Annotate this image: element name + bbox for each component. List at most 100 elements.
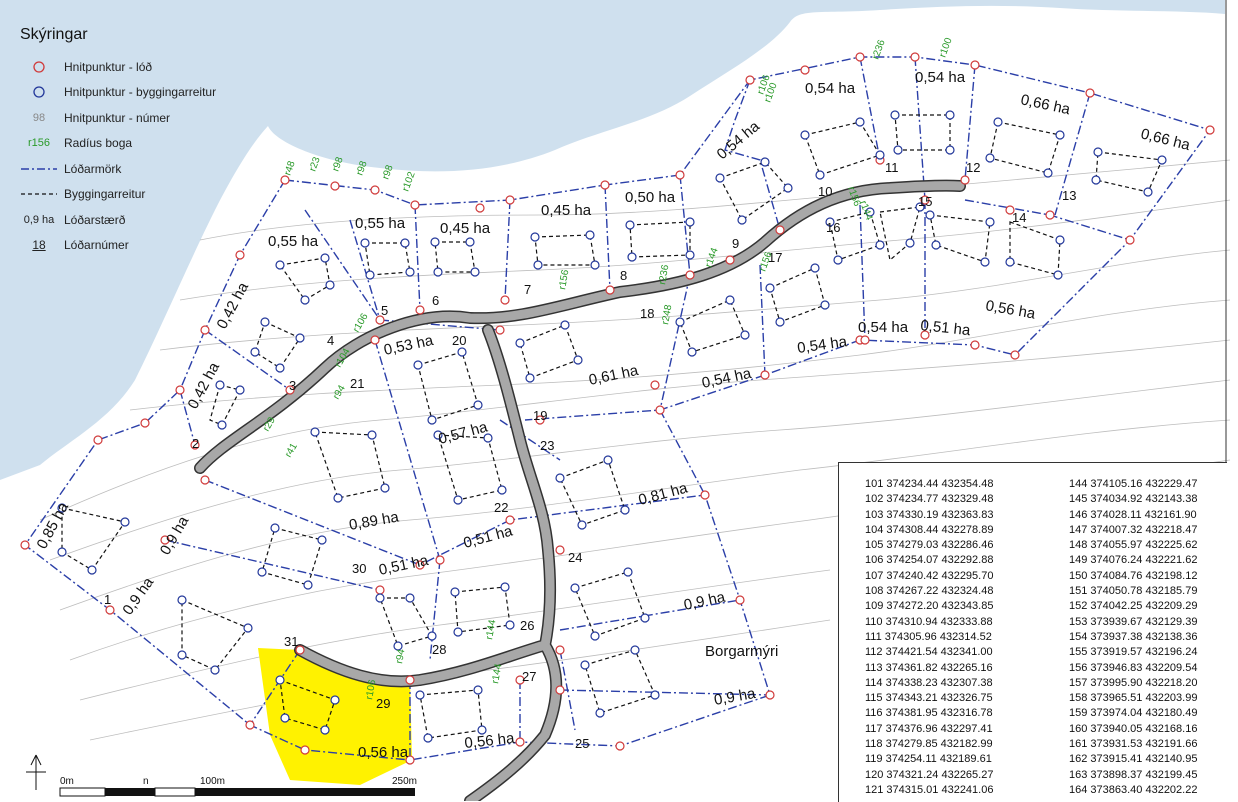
radius-label: r102 — [400, 170, 417, 193]
legend-label: Lóðarstærð — [64, 212, 126, 227]
lot-size-label: 0,45 ha — [541, 202, 592, 219]
lot-number: 15 — [918, 194, 932, 209]
lot-size-label: 0,81 ha — [637, 479, 690, 509]
scale-label: 100m — [200, 776, 225, 787]
lot-size-label: 0,61 ha — [587, 362, 640, 389]
legend-title: Skýringar — [20, 26, 88, 43]
lot-number: 25 — [575, 736, 589, 751]
coordinate-row: 148 374055.97 432225.62 — [1069, 539, 1198, 552]
coordinate-row: 160 373940.05 432168.16 — [1069, 722, 1198, 735]
legend-item-building-point: Hnitpunktur - byggingarreitur — [14, 80, 264, 106]
coordinate-row: 158 373965.51 432203.99 — [1069, 692, 1198, 705]
coordinate-row: 106 374254.07 432292.88 — [865, 554, 994, 567]
coordinate-row: 116 374381.95 432316.78 — [865, 707, 993, 720]
coordinate-row: 110 374310.94 432333.88 — [865, 615, 993, 628]
coordinate-row: 118 374279.85 432182.99 — [865, 738, 993, 751]
radius-label: r236 — [870, 38, 887, 61]
lot-size-label: 0,54 ha — [714, 117, 764, 163]
lot-number: 28 — [432, 642, 446, 657]
lot-number: 30 — [352, 561, 366, 576]
lot-number: 13 — [1062, 188, 1076, 203]
lot-number-icon: 18 — [32, 238, 46, 253]
lot-size-label: 0,85 ha — [34, 499, 73, 552]
legend-label: Hnitpunktur - númer — [64, 110, 171, 125]
legend: Skýringar Hnitpunktur - lóð Hnitpunktur … — [14, 22, 264, 258]
lot-number: 24 — [568, 550, 582, 565]
lot-number: 21 — [350, 376, 364, 391]
coordinate-row: 105 374279.03 432286.46 — [865, 539, 994, 552]
legend-item-arc-radius: r156 Radíus boga — [14, 131, 264, 157]
radius-label: r41 — [283, 441, 300, 459]
lot-number: 4 — [327, 333, 334, 348]
lot-number: 2 — [192, 436, 199, 451]
lot-number: 16 — [826, 220, 840, 235]
radius-label: r100 — [937, 36, 954, 59]
coordinate-row: 104 374308.44 432278.89 — [865, 523, 994, 536]
legend-label: Hnitpunktur - byggingarreitur — [64, 85, 217, 100]
lot-number: 14 — [1012, 210, 1026, 225]
lot-size-label: 0,9 ha — [119, 574, 157, 618]
coordinate-column-left: 101 374234.44 432354.48 102 374234.77 432… — [865, 477, 993, 798]
coordinate-row: 163 373898.37 432199.45 — [1069, 768, 1198, 781]
lot-size-label: 0,54 ha — [805, 80, 856, 97]
radius-label: r48 — [282, 159, 297, 177]
coordinate-row: 112 374421.54 432341.00 — [865, 646, 993, 659]
dash-dot-line-icon — [14, 166, 64, 172]
lot-number: 7 — [524, 282, 531, 297]
coordinate-row: 101 374234.44 432354.48 — [865, 478, 994, 490]
coordinate-row: 149 374076.24 432221.62 — [1069, 554, 1198, 567]
lot-size-label: 0,66 ha — [1139, 125, 1192, 154]
coordinate-row: 117 374376.96 432297.41 — [865, 722, 993, 735]
north-arrow-icon — [26, 754, 46, 790]
radius-label: r144 — [490, 662, 504, 684]
lot-number: 27 — [522, 669, 536, 684]
lot-size-label: 0,53 ha — [382, 332, 435, 359]
lot-size-label: 0,57 ha — [437, 418, 490, 448]
radius-label: r144 — [484, 618, 498, 640]
point-number-icon: 98 — [32, 111, 46, 124]
blue-circle-icon — [14, 85, 64, 99]
lot-size-label: 0,55 ha — [268, 233, 319, 250]
coordinate-row: 157 373995.90 432218.20 — [1069, 676, 1198, 689]
coordinate-row: 145 374034.92 432143.38 — [1069, 493, 1198, 506]
lot-size-icon: 0,9 ha — [23, 213, 55, 226]
lot-size-label: 0,55 ha — [355, 215, 406, 232]
lot-size-label: 0,45 ha — [440, 220, 491, 237]
coordinate-row: 103 374330.19 432363.83 — [865, 508, 994, 521]
legend-item-building-area: Byggingarreitur — [14, 182, 264, 208]
lot-number: 12 — [966, 160, 980, 175]
lot-size-label: 0,66 ha — [1019, 91, 1072, 118]
coordinate-row: 150 374084.76 432198.12 — [1069, 569, 1198, 582]
coordinate-row: 154 373937.38 432138.36 — [1069, 630, 1198, 643]
lot-number: 10 — [818, 184, 832, 199]
lot-number: 11 — [885, 160, 899, 175]
lot-number: 18 — [640, 306, 654, 321]
lot-size-label: 0,51 ha — [462, 522, 515, 552]
scale-label: 0m — [60, 776, 74, 787]
lot-number: 22 — [494, 500, 508, 515]
scale-label: n — [143, 776, 149, 787]
coordinate-row: 114 374338.23 432307.38 — [865, 676, 993, 689]
coordinate-row: 159 373974.04 432180.49 — [1069, 707, 1198, 720]
lot-size-label: 0,54 ha — [915, 69, 966, 86]
coordinate-row: 121 374315.01 432241.06 — [865, 783, 994, 796]
lot-size-label: 0,9 ha — [682, 588, 727, 613]
coordinate-row: 109 374272.20 432343.85 — [865, 600, 994, 613]
lot-number: 3 — [289, 378, 296, 393]
coordinate-row: 156 373946.83 432209.54 — [1069, 661, 1198, 674]
coordinate-row: 151 374050.78 432185.79 — [1069, 585, 1198, 598]
legend-label: Hnitpunktur - lóð — [64, 59, 153, 74]
red-circle-icon — [14, 60, 64, 74]
coordinate-row: 161 373931.53 432191.66 — [1069, 738, 1198, 751]
lot-size-label: 0,56 ha — [984, 297, 1037, 323]
legend-item-lot-boundary: Lóðarmörk — [14, 156, 264, 182]
coordinate-row: 152 374042.25 432209.29 — [1069, 600, 1198, 613]
lot-number: 5 — [381, 303, 388, 318]
coordinate-row: 146 374028.11 432161.90 — [1069, 508, 1197, 521]
coordinate-row: 108 374267.22 432324.48 — [865, 585, 994, 598]
coordinate-row: 115 374343.21 432326.75 — [865, 692, 993, 705]
lot-size-label: 0,50 ha — [625, 189, 676, 206]
coordinate-row: 153 373939.67 432129.39 — [1069, 615, 1198, 628]
coordinate-row: 162 373915.41 432140.95 — [1069, 753, 1198, 766]
lot-size-label: 0,56 ha — [464, 730, 516, 752]
